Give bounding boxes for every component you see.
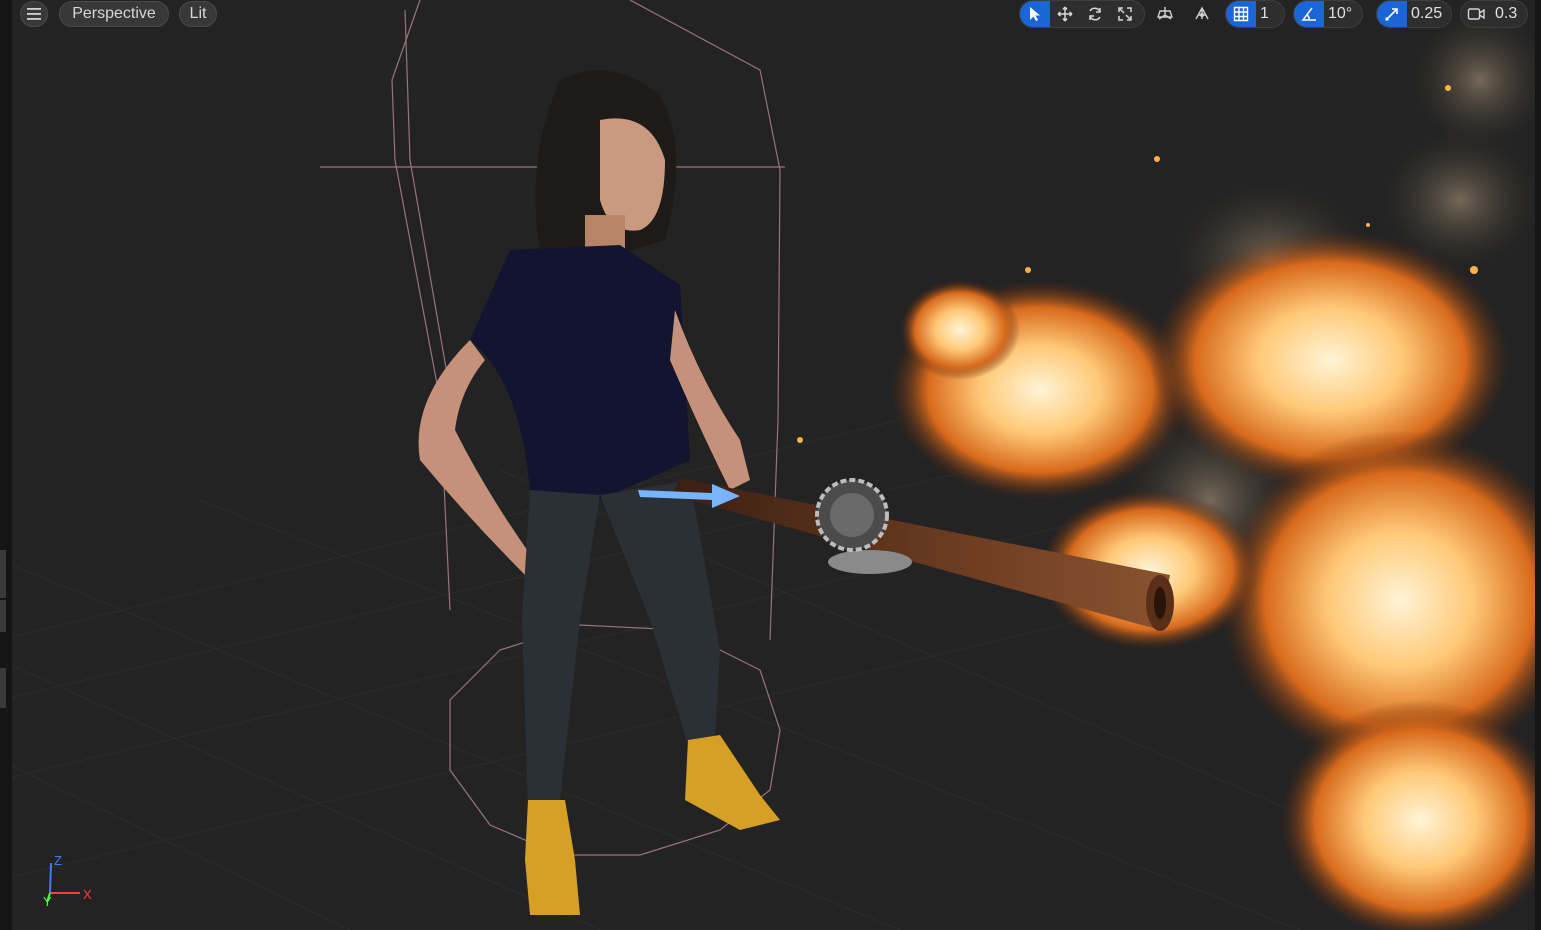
axis-y-label: Y — [43, 894, 52, 909]
camera-speed-value[interactable]: 0.3 — [1491, 5, 1525, 23]
panel-tab[interactable] — [0, 550, 6, 598]
world-globe-icon — [1157, 7, 1173, 20]
select-mode-button[interactable] — [1020, 1, 1050, 27]
translate-mode-button[interactable] — [1050, 1, 1080, 27]
move-arrows-icon — [1057, 6, 1073, 22]
scale-mode-button[interactable] — [1110, 1, 1140, 27]
coordinate-system-button[interactable] — [1150, 0, 1180, 28]
angle-icon — [1301, 7, 1316, 21]
axis-x-label: X — [83, 887, 92, 902]
panel-tab[interactable] — [0, 600, 6, 632]
scale-arrow-icon — [1385, 8, 1398, 21]
grid-snap-value[interactable]: 1 — [1256, 5, 1277, 23]
grid-snap-toggle[interactable] — [1226, 1, 1256, 27]
rotation-snap-value[interactable]: 10° — [1324, 5, 1360, 23]
rotate-icon — [1089, 7, 1101, 21]
right-panel-edge — [1535, 0, 1541, 930]
lighting-mode-button[interactable]: Lit — [179, 1, 217, 27]
axis-z-label: Z — [54, 853, 62, 868]
grid-icon — [1233, 6, 1249, 22]
viewport-menu-button[interactable] — [20, 1, 48, 27]
level-viewport[interactable]: Perspective Lit 1 10° 0.25 0.3 Z X Y — [0, 0, 1541, 930]
left-panel-edge — [0, 0, 12, 930]
scale-icon — [1118, 7, 1132, 21]
grid-snap-group: 1 — [1225, 0, 1285, 28]
scene-render[interactable] — [0, 0, 1541, 930]
hamburger-menu-icon — [27, 8, 41, 20]
view-mode-button[interactable]: Perspective — [59, 1, 169, 27]
camera-speed-group: 0.3 — [1460, 0, 1528, 28]
rotation-snap-group: 10° — [1293, 0, 1363, 28]
camera-icon — [1467, 8, 1485, 20]
scale-snap-group: 0.25 — [1376, 0, 1452, 28]
transform-tools-group — [1019, 0, 1145, 28]
rotation-snap-toggle[interactable] — [1294, 1, 1324, 27]
surface-snapping-icon — [1195, 6, 1209, 20]
scale-snap-value[interactable]: 0.25 — [1407, 5, 1450, 23]
camera-speed-button[interactable] — [1461, 1, 1491, 27]
cursor-arrow-icon — [1030, 7, 1040, 21]
rotate-mode-button[interactable] — [1080, 1, 1110, 27]
panel-tab[interactable] — [0, 668, 6, 708]
scale-snap-toggle[interactable] — [1377, 1, 1407, 27]
surface-snap-button[interactable] — [1187, 0, 1217, 28]
